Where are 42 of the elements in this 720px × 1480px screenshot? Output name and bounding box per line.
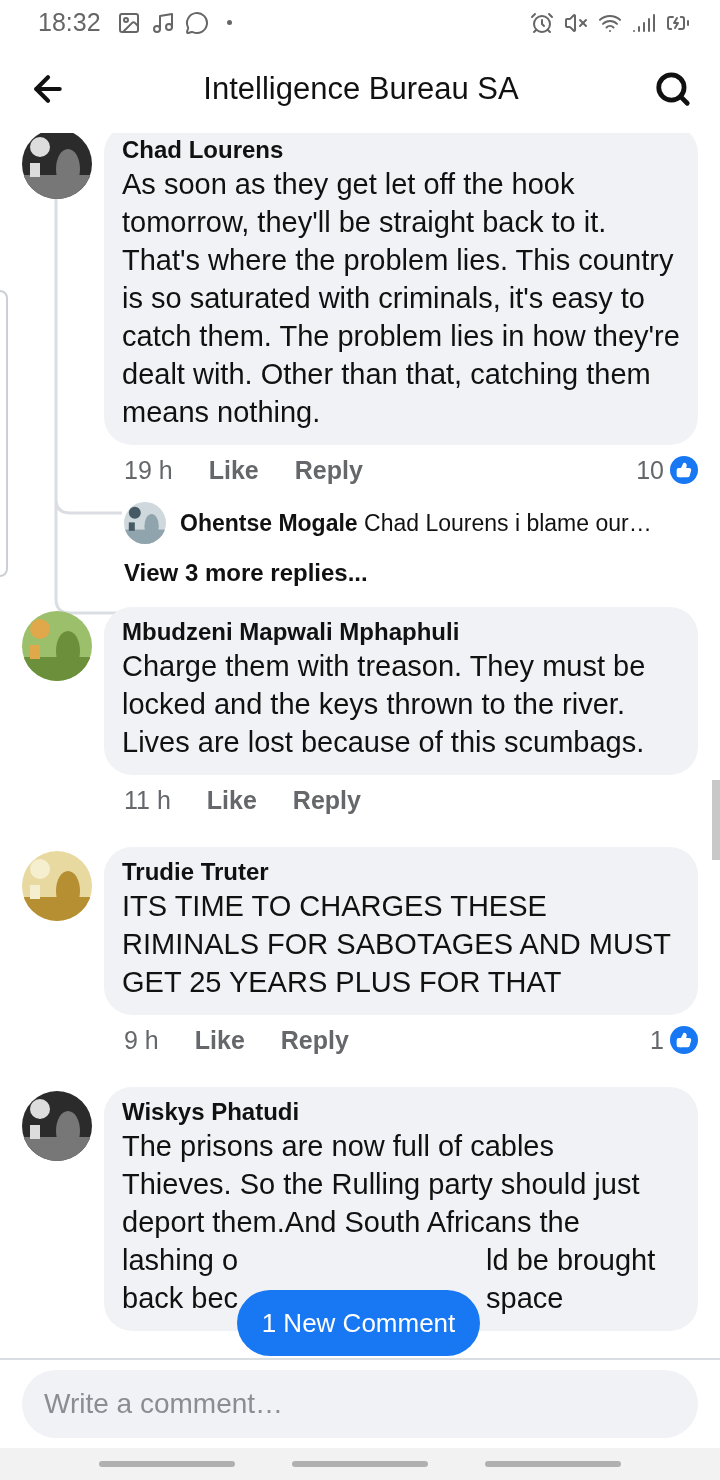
comment-text: space: [486, 1282, 564, 1314]
music-icon: [150, 10, 175, 35]
comment-text: lashing o: [122, 1244, 239, 1276]
like-icon: [670, 456, 698, 484]
notification-dot-icon: [226, 20, 232, 25]
comment-time: 19 h: [124, 455, 173, 485]
like-link[interactable]: Like: [206, 785, 257, 815]
chat-icon: [184, 10, 209, 35]
reply-link[interactable]: Reply: [292, 785, 361, 815]
comment-text: back bec: [122, 1282, 239, 1314]
reply-link[interactable]: Reply: [294, 455, 363, 485]
comment-text: ld be brought: [486, 1244, 656, 1276]
like-link[interactable]: Like: [208, 455, 259, 485]
gallery-icon: [116, 10, 141, 35]
alarm-icon: [530, 10, 554, 35]
comment-time: 11 h: [124, 785, 171, 815]
reaction-count: 10: [636, 455, 664, 485]
view-more-replies-link[interactable]: View 3 more replies...: [104, 551, 698, 595]
comment-text: As soon as they get let off the hook tomorrow, they'll be straight back to it. That's where the problem lies. This country is so saturated with criminals, it's easy to catch them. The problem lies in how they're dealt with. Other than that, catching them means nothing.: [122, 167, 680, 430]
author-name[interactable]: Mbudzeni Mapwali Mphaphuli: [122, 617, 680, 647]
reply-link[interactable]: Reply: [280, 1025, 349, 1055]
reaction-count: 1: [650, 1025, 664, 1055]
comment-text: Thieves. So the Rulling party should just: [122, 1168, 640, 1200]
comment-text: deport them.And South Africans the: [122, 1206, 580, 1238]
author-name[interactable]: Chad Lourens: [122, 135, 680, 165]
comment-text: The prisons are now full of cables: [122, 1130, 554, 1162]
like-link[interactable]: Like: [194, 1025, 245, 1055]
like-icon: [670, 1026, 698, 1054]
reply-preview[interactable]: Ohentse Mogale Chad Lourens i blame our…: [180, 509, 652, 537]
nav-bar-drawing[interactable]: [292, 1461, 428, 1467]
new-comment-button[interactable]: 1 New Comment: [237, 1290, 480, 1356]
nav-bar-drawing[interactable]: [485, 1461, 622, 1467]
comment-text: Charge them with treason. They must be locked and the keys thrown to the river. Lives are lost because of this scumbags.: [122, 649, 647, 760]
status-time: 18:32: [38, 8, 101, 37]
comment-input[interactable]: Write a comment…: [22, 1370, 698, 1438]
comment-text: ITS TIME TO CHARGES THESE RIMINALS FOR SABOTAGES AND MUST GET 25 YEARS PLUS FOR THAT: [122, 889, 672, 1000]
nav-bar-drawing[interactable]: [98, 1461, 235, 1467]
search-button[interactable]: [654, 70, 692, 108]
comment-time: 9 h: [124, 1025, 159, 1055]
author-name[interactable]: Wiskys Phatudi: [122, 1097, 680, 1127]
author-name[interactable]: Trudie Truter: [122, 857, 680, 887]
page-title: Intelligence Bureau SA: [203, 71, 519, 107]
